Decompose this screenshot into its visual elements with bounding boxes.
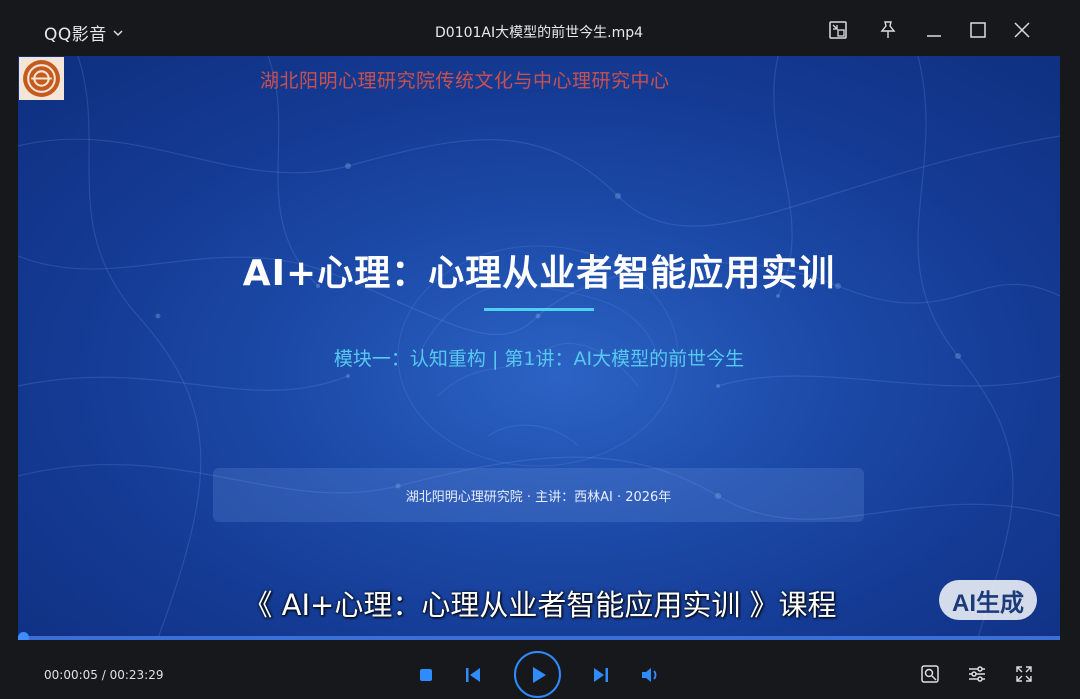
maximize-button[interactable] (966, 18, 990, 42)
close-icon (1014, 22, 1030, 38)
pin-button[interactable] (876, 18, 900, 42)
volume-icon (642, 668, 657, 682)
institute-header: 湖北阳明心理研究院传统文化与中心理研究中心 (260, 70, 670, 92)
time-separator: / (97, 668, 110, 682)
play-icon (532, 666, 546, 683)
ai-generated-badge: AI生成 (939, 580, 1037, 620)
next-icon (594, 668, 608, 682)
volume-button[interactable] (638, 663, 662, 687)
time-display: 00:00:05 / 00:23:29 (44, 668, 163, 682)
video-frame[interactable]: 湖北阳明心理研究院传统文化与中心理研究中心 AI+心理：心理从业者智能应用实训 … (18, 56, 1060, 638)
screenshot-button[interactable] (918, 662, 942, 686)
mini-mode-button[interactable] (826, 18, 850, 42)
total-time: 00:23:29 (109, 668, 164, 682)
minimize-button[interactable] (922, 18, 946, 42)
stop-icon (420, 669, 432, 681)
pin-icon (880, 21, 896, 38)
play-button[interactable] (514, 651, 561, 698)
current-time: 00:00:05 (44, 668, 98, 682)
next-button[interactable] (590, 664, 612, 686)
stop-button[interactable] (416, 665, 436, 685)
maximize-icon (970, 22, 986, 38)
settings-icon (969, 666, 985, 682)
minimize-icon (927, 35, 941, 37)
title-underline (484, 308, 594, 311)
subtitle-caption: 《 AI+心理：心理从业者智能应用实训 》课程 (243, 588, 837, 622)
control-bar: 00:00:05 / 00:23:29 (18, 640, 1060, 699)
mini-mode-icon (829, 21, 847, 39)
info-line: 湖北阳明心理研究院 · 主讲：西林AI · 2026年 (405, 489, 672, 505)
file-title: D0101AI大模型的前世今生.mp4 (435, 25, 643, 41)
fullscreen-icon (1016, 666, 1032, 682)
previous-button[interactable] (462, 664, 484, 686)
slide-subtitle: 模块一：认知重构 | 第1讲：AI大模型的前世今生 (333, 348, 745, 370)
fullscreen-button[interactable] (1012, 662, 1036, 686)
player-window: QQ影音 D0101AI大模型的前世今生.mp4 湖北阳明心理研究院传统文化与中… (0, 0, 1080, 699)
seal-logo-icon (23, 60, 60, 97)
info-box: 湖北阳明心理研究院 · 主讲：西林AI · 2026年 (213, 468, 864, 522)
title-bar: QQ影音 D0101AI大模型的前世今生.mp4 (18, 4, 1060, 56)
previous-icon (466, 668, 480, 682)
institute-logo (19, 57, 64, 100)
settings-button[interactable] (965, 662, 989, 686)
screenshot-icon (921, 665, 939, 683)
slide-title: AI+心理：心理从业者智能应用实训 (242, 253, 836, 294)
close-button[interactable] (1010, 18, 1034, 42)
